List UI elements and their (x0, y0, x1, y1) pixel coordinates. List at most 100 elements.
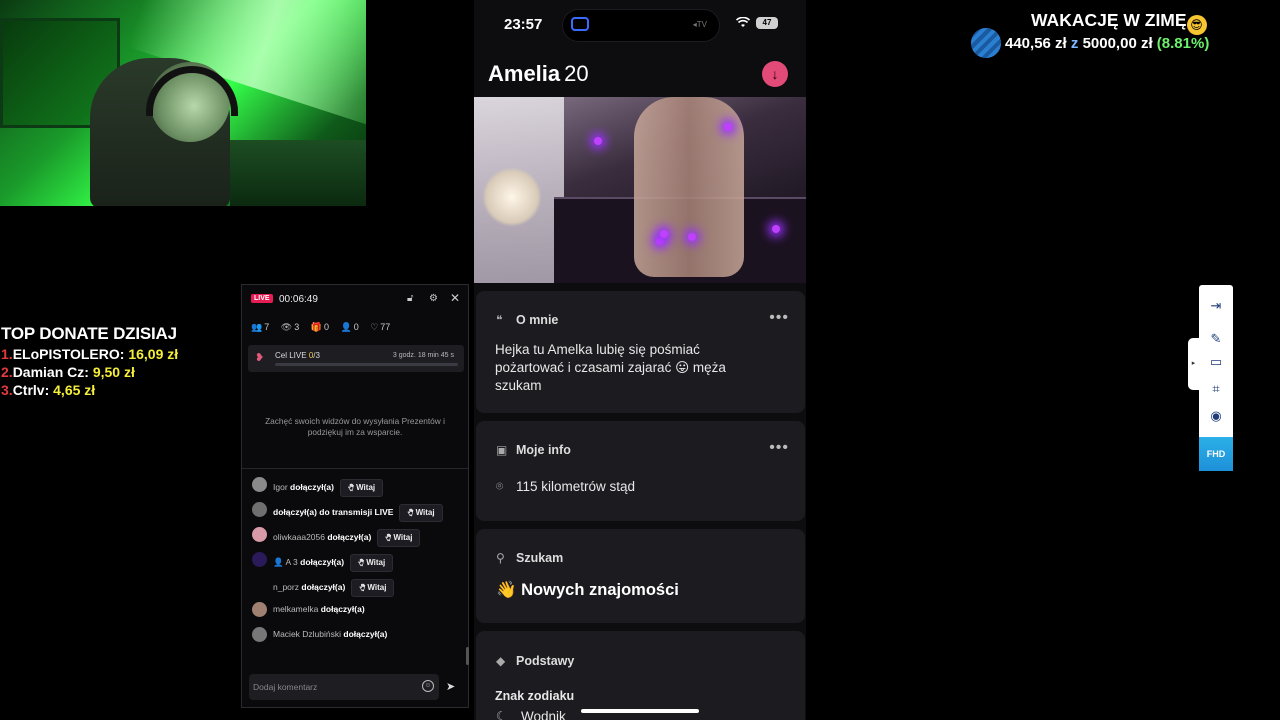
info-card: ▣ Moje info ••• ⌾ 115 kilometrów stąd (476, 421, 805, 521)
profile-name: Amelia (488, 61, 561, 86)
feed-user[interactable]: oliwkaaa2056 (273, 532, 325, 542)
avatar[interactable] (252, 502, 267, 517)
stat-likes: ♡ 77 (370, 322, 390, 333)
photo-light (688, 233, 696, 241)
fhd-button[interactable]: FHD (1199, 437, 1233, 471)
distance-text: 115 kilometrów stąd (516, 479, 636, 494)
tag-icon: ◆ (496, 654, 506, 668)
pen-icon[interactable]: ✎ (1206, 329, 1226, 349)
toolbar-collapse-tab[interactable]: ▸ (1188, 338, 1199, 390)
avatar[interactable] (252, 552, 267, 567)
emoji-icon[interactable]: ☺ (422, 680, 434, 692)
welcome-button-label: Witaj (356, 483, 376, 492)
dynamic-island[interactable]: ◂TV (562, 9, 720, 42)
donate-name: Ctrlv: (12, 382, 50, 398)
avatar[interactable] (252, 477, 267, 492)
feed-user[interactable]: Igor (273, 482, 288, 492)
divider (242, 468, 468, 469)
avatar[interactable] (252, 577, 267, 592)
welcome-button-label: Witaj (415, 508, 435, 517)
welcome-button[interactable]: 🖐︎ Witaj (351, 579, 395, 597)
live-timer: 00:06:49 (279, 294, 318, 305)
feed-user[interactable]: Maciek Dzlubiński (273, 629, 341, 639)
location-pin-icon: ⌾ (496, 479, 504, 493)
basics-title: Podstawy (516, 654, 575, 668)
record-icon[interactable]: ◉ (1206, 406, 1226, 426)
goal-of: z (1070, 35, 1079, 52)
more-options-button[interactable]: ••• (769, 309, 789, 327)
feed-text: oliwkaaa2056 dołączył(a) 🖐︎ Witaj (273, 529, 421, 547)
feed-text: Maciek Dzlubiński dołączył(a) (273, 629, 387, 639)
donate-row: 1.ELoPISTOLERO: 16,09 zł (1, 346, 178, 362)
photo-light (660, 230, 668, 238)
photo-light (772, 225, 780, 233)
feed-row: dołączył(a) do transmisji LIVE 🖐︎ Witaj (251, 500, 463, 522)
avatar[interactable] (252, 602, 267, 617)
stat-followers: 👤 0 (340, 322, 358, 333)
goal-total: /3 (313, 351, 320, 360)
feed-text: n_porz dołączył(a) 🖐︎ Witaj (273, 579, 395, 597)
stat-viewers: 👥 7 (251, 322, 269, 333)
goal-current: 440,56 zł (1005, 35, 1067, 52)
send-icon[interactable]: ➤ (446, 680, 455, 693)
exit-icon[interactable]: ⇥ (1206, 296, 1226, 316)
avatar[interactable] (252, 527, 267, 542)
donate-name: ELoPISTOLERO: (12, 346, 125, 362)
donate-row: 3.Ctrlv: 4,65 zł (1, 382, 178, 398)
users-icon: 👥 (251, 322, 263, 332)
stat-value: 7 (264, 322, 270, 332)
feed-action: dołączył(a) (327, 532, 372, 542)
activity-feed: Igor dołączył(a) 🖐︎ Witaj dołączył(a) do … (251, 473, 463, 659)
download-button[interactable]: ↓ (762, 61, 788, 87)
seeking-title: Szukam (516, 551, 564, 565)
feed-action: dołączył(a) do transmisji LIVE (273, 507, 394, 517)
comment-box: ☺ (249, 674, 439, 700)
goal-percent: (8.81%) (1156, 35, 1210, 52)
more-options-button[interactable]: ••• (769, 439, 789, 457)
goal-widget-title-text: WAKACJĘ W ZIMĘ (1031, 10, 1187, 30)
close-icon[interactable]: ✕ (450, 291, 460, 305)
feed-user[interactable]: n_porz (273, 582, 299, 592)
welcome-button[interactable]: 🖐︎ Witaj (339, 479, 384, 497)
profile-photo[interactable] (474, 97, 806, 283)
welcome-button-label: Witaj (367, 583, 387, 592)
live-goal[interactable]: ❥ Cel LIVE 0/3 3 godz. 18 min 45 s (248, 345, 464, 372)
donate-amount: 16,09 zł (128, 346, 179, 362)
feed-scrollbar[interactable] (466, 647, 469, 665)
welcome-button[interactable]: 🖐︎ Witaj (399, 504, 443, 522)
live-header: LIVE 00:06:49 🔓︎ ⚙ ✕ (242, 285, 468, 315)
photo-flower (482, 167, 542, 227)
seeking-card: ⚲ Szukam 👋 Nowych znajomości (476, 529, 805, 623)
welcome-button[interactable]: 🖐︎ Witaj (377, 529, 421, 547)
lock-icon[interactable]: 🔓︎ (407, 293, 413, 304)
goal-widget-title: WAKACJĘ W ZIMĘ 😎 (1031, 10, 1207, 35)
profile-age: 20 (564, 61, 589, 86)
photo-light (594, 137, 602, 145)
feed-user[interactable]: 👤 A 3 (273, 557, 298, 567)
feed-row: melkamelka dołączył(a) (251, 600, 463, 618)
frame-icon[interactable]: ▭ (1206, 352, 1226, 372)
feed-action: dołączył(a) (343, 629, 388, 639)
feed-action: dołączył(a) (320, 604, 365, 614)
seeking-label: Nowych znajomości (521, 581, 679, 599)
goal-time-left: 3 godz. 18 min 45 s (392, 352, 454, 359)
welcome-button[interactable]: 🖐︎ Witaj (350, 554, 394, 572)
stat-value: 0 (323, 322, 329, 332)
status-time: 23:57 (504, 16, 543, 33)
side-toolbar: ⇥ ✎ ▭ ⌗ ◉ FHD (1199, 285, 1233, 471)
feed-action: dołączył(a) (290, 482, 334, 492)
gift-icon: 🎁 (310, 322, 322, 332)
info-title: Moje info (516, 443, 571, 457)
live-stats: 👥 7 👁 3 🎁 0 👤 0 ♡ 77 (251, 322, 461, 333)
avatar[interactable] (252, 627, 267, 642)
feed-text: melkamelka dołączył(a) (273, 604, 365, 614)
settings-icon[interactable]: ⚙ (429, 293, 438, 304)
feed-user[interactable]: melkamelka (273, 604, 318, 614)
goal-circle-fill (971, 28, 1001, 58)
comment-input[interactable] (253, 678, 413, 696)
search-icon: ⚲ (496, 551, 505, 565)
home-indicator[interactable] (581, 709, 699, 713)
zodiac-value: Wodnik (521, 709, 566, 720)
feed-action: dołączył(a) (301, 582, 346, 592)
crop-icon[interactable]: ⌗ (1206, 379, 1226, 399)
